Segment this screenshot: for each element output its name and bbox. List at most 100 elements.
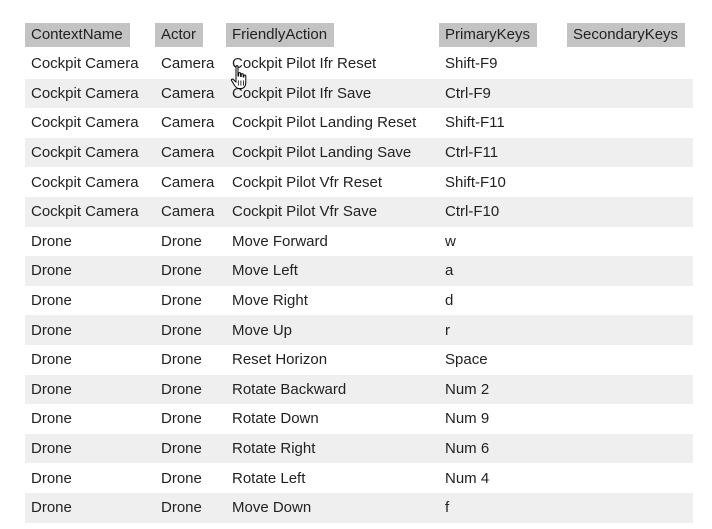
cell-contextname: Cockpit Camera (25, 78, 155, 109)
table-row[interactable]: Cockpit Camera Camera Cockpit Pilot Vfr Sa… (25, 196, 693, 227)
table-row[interactable]: Drone Drone Move Up r (25, 315, 693, 345)
cell-secondarykeys (567, 463, 693, 493)
cell-actor: Drone (161, 410, 202, 428)
keybindings-table: ContextName Actor FriendlyAction Primary… (25, 20, 693, 523)
cell-secondarykeys (567, 108, 693, 138)
cell-friendlyaction: Move Down (226, 492, 439, 523)
cell-primarykeys: Num 9 (445, 410, 490, 428)
cell-primarykeys: w (445, 232, 456, 250)
cell-secondarykeys (567, 137, 693, 168)
cell-friendlyaction: Cockpit Pilot Ifr Save (226, 78, 439, 109)
cell-secondarykeys (567, 492, 693, 523)
column-header-secondarykeys[interactable]: SecondaryKeys (567, 20, 693, 49)
cell-primarykeys: Ctrl-F10 (439, 196, 567, 227)
table-row[interactable]: Cockpit Camera Camera Cockpit Pilot Ifr Sa… (25, 78, 693, 109)
cell-actor: Drone (155, 256, 226, 286)
cell-secondarykeys (567, 315, 693, 345)
column-header-contextname[interactable]: ContextName (25, 20, 155, 49)
cell-contextname: Cockpit Camera (31, 114, 139, 132)
cell-primarykeys: r (439, 315, 567, 345)
cell-actor: Camera (155, 196, 226, 227)
cell-actor: Drone (155, 492, 226, 523)
cell-primarykeys: d (445, 292, 454, 310)
cell-contextname: Drone (31, 292, 72, 310)
cell-friendlyaction: Cockpit Pilot Vfr Save (226, 196, 439, 227)
cell-primarykeys: Shift-F11 (445, 114, 505, 132)
cell-friendlyaction: Rotate Down (232, 410, 319, 428)
cell-secondarykeys (567, 345, 693, 375)
cell-primarykeys: Num 2 (439, 374, 567, 405)
cell-primarykeys: Shift-F10 (445, 173, 506, 191)
column-header-primarykeys[interactable]: PrimaryKeys (439, 20, 567, 49)
cell-primarykeys: Num 4 (445, 469, 490, 487)
cell-secondarykeys (567, 78, 693, 109)
cell-actor: Camera (155, 78, 226, 109)
cell-contextname: Cockpit Camera (31, 55, 139, 73)
cell-actor: Drone (155, 315, 226, 345)
cell-actor: Drone (161, 469, 202, 487)
cell-primarykeys: Ctrl-F9 (439, 78, 567, 109)
cell-friendlyaction: Move Forward (232, 232, 328, 250)
cell-primarykeys: Ctrl-F11 (439, 137, 567, 168)
cell-secondarykeys (567, 404, 693, 434)
cell-actor: Drone (155, 374, 226, 405)
cell-actor: Camera (155, 137, 226, 168)
table-row[interactable]: Cockpit Camera Camera Cockpit Pilot Landin… (25, 108, 693, 138)
cell-friendlyaction: Rotate Left (232, 469, 306, 487)
cell-contextname: Cockpit Camera (25, 137, 155, 168)
cell-friendlyaction: Move Up (226, 315, 439, 345)
cell-secondarykeys (567, 433, 693, 464)
cell-actor: Camera (161, 55, 215, 73)
cell-primarykeys: f (439, 492, 567, 523)
cell-friendlyaction: Cockpit Pilot Landing Reset (232, 114, 417, 132)
table-row[interactable]: Drone Drone Rotate Right Num 6 (25, 433, 693, 464)
table-row[interactable]: Cockpit Camera Camera Cockpit Pilot Ifr Re… (25, 49, 693, 79)
table-row[interactable]: Drone Drone Rotate Backward Num 2 (25, 374, 693, 405)
table-row[interactable]: Cockpit Camera Camera Cockpit Pilot Vfr Re… (25, 167, 693, 197)
table-row[interactable]: Cockpit Camera Camera Cockpit Pilot Landin… (25, 137, 693, 168)
column-header-actor[interactable]: Actor (155, 20, 226, 49)
column-header-friendlyaction[interactable]: FriendlyAction (226, 20, 439, 49)
table-row[interactable]: Drone Drone Move Down f (25, 492, 693, 523)
cell-friendlyaction: Move Left (226, 256, 439, 286)
cell-secondarykeys (567, 374, 693, 405)
header-row: ContextName Actor FriendlyAction Primary… (25, 20, 693, 49)
cell-friendlyaction: Cockpit Pilot Vfr Reset (232, 173, 383, 191)
cell-primarykeys: Num 6 (439, 433, 567, 464)
cell-secondarykeys (567, 167, 693, 197)
cell-secondarykeys (567, 256, 693, 286)
cell-contextname: Drone (25, 492, 155, 523)
cell-contextname: Drone (25, 433, 155, 464)
cell-actor: Camera (161, 114, 215, 132)
cell-contextname: Drone (31, 410, 72, 428)
table-row[interactable]: Drone Drone Rotate Left Num 4 (25, 463, 693, 493)
cell-friendlyaction: Rotate Right (226, 433, 439, 464)
cell-secondarykeys (567, 196, 693, 227)
cell-actor: Camera (161, 173, 215, 191)
cell-friendlyaction: Cockpit Pilot Landing Save (226, 137, 439, 168)
cell-contextname: Drone (31, 469, 72, 487)
cell-contextname: Drone (25, 256, 155, 286)
cell-actor: Drone (161, 351, 202, 369)
cell-secondarykeys (567, 286, 693, 316)
cell-friendlyaction: Rotate Backward (226, 374, 439, 405)
table-row[interactable]: Drone Drone Move Left a (25, 256, 693, 286)
cell-contextname: Cockpit Camera (25, 196, 155, 227)
cell-contextname: Drone (25, 374, 155, 405)
cell-friendlyaction: Reset Horizon (232, 351, 328, 369)
cell-contextname: Drone (25, 315, 155, 345)
cell-contextname: Drone (31, 351, 72, 369)
cell-friendlyaction: Move Right (232, 292, 308, 310)
cell-friendlyaction: Cockpit Pilot Ifr Reset (232, 55, 377, 73)
table-row[interactable]: Drone Drone Move Right d (25, 286, 693, 316)
cell-secondarykeys (567, 227, 693, 257)
cell-primarykeys: Shift-F9 (445, 55, 498, 73)
cell-secondarykeys (567, 49, 693, 79)
table-row[interactable]: Drone Drone Rotate Down Num 9 (25, 404, 693, 434)
cell-actor: Drone (161, 292, 202, 310)
cell-actor: Drone (155, 433, 226, 464)
cell-actor: Drone (161, 232, 202, 250)
table-row[interactable]: Drone Drone Reset Horizon Space (25, 345, 693, 375)
cell-primarykeys: Space (445, 351, 488, 369)
table-row[interactable]: Drone Drone Move Forward w (25, 227, 693, 257)
